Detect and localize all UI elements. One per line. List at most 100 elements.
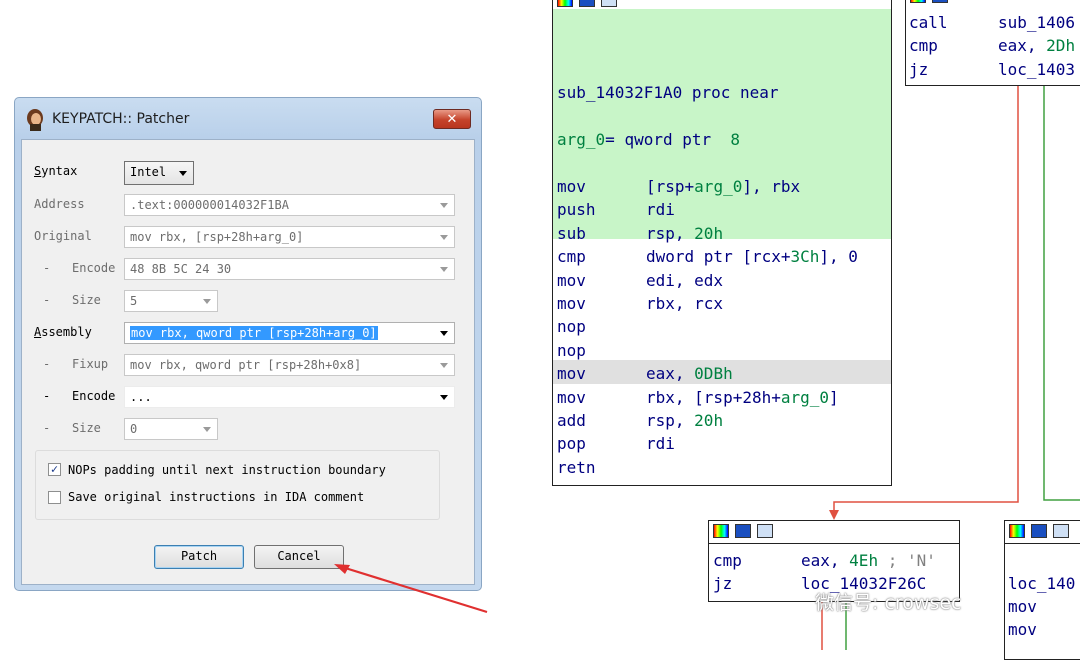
operand: dword ptr [rcx+ xyxy=(646,247,791,267)
operands: eax, 0DBh xyxy=(646,362,733,385)
graph-node-main[interactable]: sub_14032F1A0 proc near arg_0= qword ptr… xyxy=(552,0,892,486)
instruction-row[interactable]: jz loc_1403 xyxy=(909,58,1075,81)
graph-node-top-right[interactable]: call sub_1406cmp eax, 2Dh jz loc_1403 xyxy=(905,0,1080,86)
operands: rbx, [rsp+28h+arg_0] xyxy=(646,386,839,409)
rename-node-icon[interactable] xyxy=(932,0,948,3)
operand: eax, xyxy=(998,36,1047,56)
operand: eax, xyxy=(646,364,695,384)
immediate: 4Eh xyxy=(849,551,879,570)
operand-value: 20h xyxy=(694,223,724,243)
mnemonic: cmp xyxy=(909,36,938,56)
instruction-row[interactable]: nop xyxy=(557,339,586,362)
operand: edi, edx xyxy=(646,270,724,290)
mnemonic: cmp xyxy=(557,247,586,267)
rename-node-icon[interactable] xyxy=(1031,524,1047,538)
mnemonic: mov xyxy=(557,270,586,290)
operand-value: arg_0 xyxy=(780,387,830,407)
mnemonic: nop xyxy=(557,340,586,360)
operand: rsp, xyxy=(646,411,695,430)
mnemonic: push xyxy=(557,200,596,220)
node-header xyxy=(906,0,1080,5)
operands: eax, 2Dh xyxy=(998,34,1075,57)
mnemonic[interactable]: mov xyxy=(1008,618,1037,641)
node-highlight xyxy=(553,9,891,239)
color-node-icon[interactable] xyxy=(713,524,729,538)
instruction-row[interactable]: cmp dword ptr [rcx+3Ch], 0 xyxy=(557,245,858,268)
node-header xyxy=(553,0,891,9)
operand: ], rbx xyxy=(742,177,801,196)
instruction-row[interactable]: call sub_1406 xyxy=(909,11,1075,34)
watermark: 微信号: crowsec xyxy=(815,592,962,614)
rename-node-icon[interactable] xyxy=(735,524,751,538)
instruction-row[interactable]: mov [rsp+arg_0], rbx xyxy=(557,175,800,198)
operands: edi, edx xyxy=(646,269,723,292)
instruction-row[interactable]: pop rdi xyxy=(557,432,675,455)
instruction-row[interactable]: retn xyxy=(557,456,596,479)
mnemonic: retn xyxy=(557,457,596,477)
color-node-icon[interactable] xyxy=(557,0,573,7)
mnemonic[interactable]: mov xyxy=(1008,595,1037,618)
group-node-icon[interactable] xyxy=(1053,524,1069,538)
instruction-row[interactable]: nop xyxy=(557,315,586,338)
mnemonic: cmp xyxy=(713,551,742,570)
mnemonic: pop xyxy=(557,434,586,454)
comment: ; 'N' xyxy=(878,551,936,570)
label-line[interactable]: loc_140 xyxy=(1008,572,1075,595)
mnemonic: jz xyxy=(713,574,733,593)
arg-offset: 8 xyxy=(730,130,741,149)
arg-line: arg_0= qword ptr 8 xyxy=(557,128,740,151)
operand: rbx, [rsp+28h+ xyxy=(646,387,781,407)
mnemonic: mov xyxy=(557,294,586,313)
operand-value: 2Dh xyxy=(1046,36,1076,56)
color-node-icon[interactable] xyxy=(910,0,926,3)
arg-type: = qword ptr xyxy=(605,130,731,149)
arg-name[interactable]: arg_0 xyxy=(557,130,605,149)
instruction-row[interactable]: mov eax, 0DBh xyxy=(557,362,733,385)
mnemonic: sub xyxy=(557,223,586,243)
instruction-row[interactable]: add rsp, 20h xyxy=(557,409,723,432)
instruction-row[interactable]: mov rbx, rcx xyxy=(557,292,723,315)
operand-value: arg_0 xyxy=(694,177,743,196)
mnemonic: add xyxy=(557,411,586,430)
operand-value: 3Ch xyxy=(790,247,820,267)
mnemonic: nop xyxy=(557,317,586,337)
operands: loc_1403 xyxy=(998,58,1075,81)
mnemonic: mov xyxy=(557,177,586,196)
proc-name[interactable]: sub_14032F1A0 proc near xyxy=(557,83,779,102)
operand: eax, xyxy=(801,551,850,570)
instruction-row[interactable]: jz loc_14032F26C xyxy=(713,572,926,595)
instruction-row[interactable]: cmp eax, 4Eh ; 'N' xyxy=(713,549,936,572)
operand-value: 0DBh xyxy=(694,364,733,384)
proc-line: sub_14032F1A0 proc near xyxy=(557,81,779,104)
group-node-icon[interactable] xyxy=(601,0,617,7)
operand-value: 20h xyxy=(694,411,724,430)
operand: loc_1403 xyxy=(998,59,1076,79)
operand: rdi xyxy=(646,200,675,220)
color-node-icon[interactable] xyxy=(1009,524,1025,538)
operands: eax, 4Eh ; 'N' xyxy=(801,549,936,572)
operand: rsp, xyxy=(646,223,695,243)
graph-node-right[interactable]: loc_140 mov mov xyxy=(1004,520,1080,660)
operands: dword ptr [rcx+3Ch], 0 xyxy=(646,245,858,268)
group-node-icon[interactable] xyxy=(757,524,773,538)
node-header xyxy=(1005,521,1080,544)
mnemonic: call xyxy=(909,13,948,32)
operands: rsp, 20h xyxy=(646,409,723,432)
instruction-row[interactable]: push rdi xyxy=(557,198,675,221)
rename-node-icon[interactable] xyxy=(579,0,595,7)
operand: ], 0 xyxy=(819,247,858,267)
operand: ] xyxy=(829,387,839,407)
instruction-row[interactable]: cmp eax, 2Dh xyxy=(909,34,1075,57)
operands: rbx, rcx xyxy=(646,292,723,315)
operands: rdi xyxy=(646,432,675,455)
instruction-row[interactable]: mov edi, edx xyxy=(557,269,723,292)
mnemonic: jz xyxy=(909,59,929,79)
operands: sub_1406 xyxy=(998,11,1075,34)
instruction-row[interactable]: mov rbx, [rsp+28h+arg_0] xyxy=(557,386,839,409)
operands: rsp, 20h xyxy=(646,222,723,245)
operands: rdi xyxy=(646,198,675,221)
operand: sub_1406 xyxy=(998,13,1076,32)
instruction-row[interactable]: sub rsp, 20h xyxy=(557,222,723,245)
operand: rbx, rcx xyxy=(646,294,724,313)
mnemonic: mov xyxy=(557,387,586,407)
